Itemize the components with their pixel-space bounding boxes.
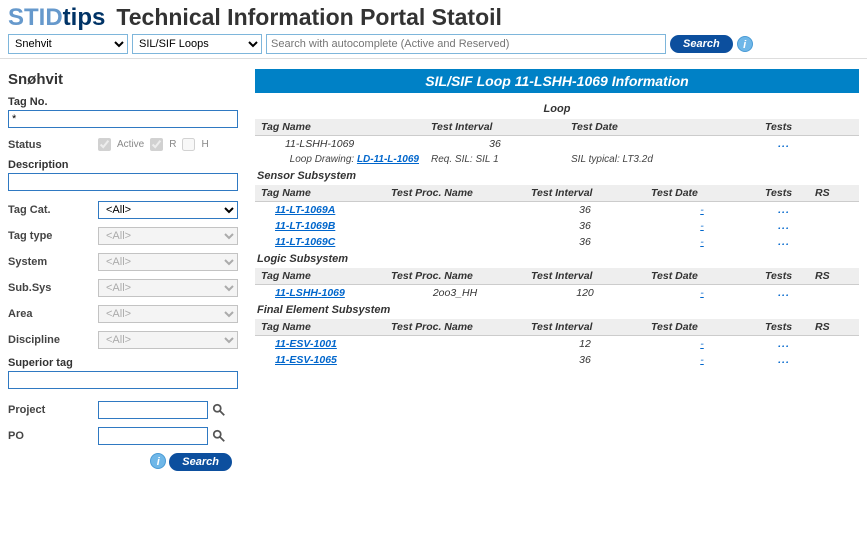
loop-table: Tag Name Test Interval Test Date Tests 1… [255,119,859,167]
status-active-chk[interactable] [98,138,111,151]
system-select: <All> [98,253,238,271]
sensor-head: Sensor Subsystem [255,167,859,185]
search-button-side[interactable]: Search [169,453,232,471]
magnifier-icon[interactable] [211,428,227,444]
subsys-label: Sub.Sys [8,282,98,294]
sidebar-title: Snøhvit [8,71,247,88]
desc-label: Description [8,159,247,171]
logo-stid: STID [8,4,63,31]
tests-link[interactable]: ... [778,204,790,216]
tag-link[interactable]: 11-LSHH-1069 [275,287,345,299]
date-link[interactable]: - [700,287,704,299]
suptag-label: Superior tag [8,357,247,369]
project-label: Project [8,404,98,416]
tests-link[interactable]: ... [778,287,790,299]
loop-head: Loop [255,99,859,119]
col-td: Test Date [565,119,759,136]
tag-link[interactable]: 11-ESV-1065 [275,354,337,366]
area-select: <All> [98,305,238,323]
tagtype-label: Tag type [8,230,98,242]
disc-select: <All> [98,331,238,349]
logic-head: Logic Subsystem [255,250,859,268]
tagtype-select: <All> [98,227,238,245]
portal-title: Technical Information Portal Statoil [116,4,502,31]
system-label: System [8,256,98,268]
date-link[interactable]: - [700,354,704,366]
info-icon[interactable]: i [737,36,753,52]
date-link[interactable]: - [700,220,704,232]
logo-tips: tips [63,4,106,31]
table-row: 11-LT-1069A36-... [255,202,859,219]
col-ti: Test Interval [425,119,565,136]
sensor-table: Tag Name Test Proc. Name Test Interval T… [255,185,859,250]
table-row: 11-LSHH-10692oo3_HH120-... [255,285,859,302]
tagno-label: Tag No. [8,96,247,108]
desc-input[interactable] [8,173,238,191]
tagcat-label: Tag Cat. [8,204,98,216]
tagcat-select[interactable]: <All> [98,201,238,219]
tag-link[interactable]: 11-ESV-1001 [275,338,337,350]
date-link[interactable]: - [700,236,704,248]
logo: STIDtips [8,4,105,32]
table-row: 11-ESV-100112-... [255,336,859,353]
tests-link[interactable]: ... [778,138,790,150]
status-h-chk[interactable] [182,138,195,151]
logic-table: Tag Name Test Proc. Name Test Interval T… [255,268,859,301]
type-select[interactable]: SIL/SIF Loops [132,34,262,54]
plant-select[interactable]: Snehvit [8,34,128,54]
tests-link[interactable]: ... [778,338,790,350]
info-icon[interactable]: i [150,453,166,469]
disc-label: Discipline [8,334,98,346]
po-label: PO [8,430,98,442]
tag-link[interactable]: 11-LT-1069A [275,204,335,216]
po-input[interactable] [98,427,208,445]
tag-link[interactable]: 11-LT-1069B [275,220,335,232]
search-button-top[interactable]: Search [670,35,733,53]
project-input[interactable] [98,401,208,419]
magnifier-icon[interactable] [211,402,227,418]
status-r-chk[interactable] [150,138,163,151]
table-row: 11-LSHH-1069 36 ... [255,136,859,153]
suptag-input[interactable] [8,371,238,389]
table-row: 11-LT-1069B36-... [255,218,859,234]
subsys-select: <All> [98,279,238,297]
status-label: Status [8,139,98,151]
search-input[interactable] [266,34,666,54]
area-label: Area [8,308,98,320]
final-head: Final Element Subsystem [255,301,859,319]
table-row: 11-LT-1069C36-... [255,234,859,250]
tests-link[interactable]: ... [778,236,790,248]
date-link[interactable]: - [700,204,704,216]
final-table: Tag Name Test Proc. Name Test Interval T… [255,319,859,368]
tests-link[interactable]: ... [778,354,790,366]
tagno-input[interactable] [8,110,238,128]
drawing-link[interactable]: LD-11-L-1069 [357,154,419,165]
tag-link[interactable]: 11-LT-1069C [275,236,335,248]
table-row: 11-ESV-106536-... [255,352,859,368]
col-tests: Tests [759,119,809,136]
table-row: Loop Drawing: LD-11-L-1069 Req. SIL: SIL… [255,152,859,167]
col-tagname: Tag Name [255,119,425,136]
info-banner: SIL/SIF Loop 11-LSHH-1069 Information [255,69,859,93]
tests-link[interactable]: ... [778,220,790,232]
date-link[interactable]: - [700,338,704,350]
